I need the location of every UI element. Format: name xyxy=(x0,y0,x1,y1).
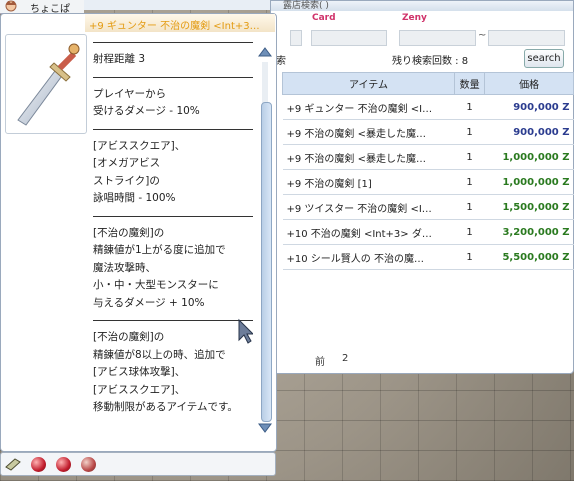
row-price: 3,200,000 Z xyxy=(484,219,574,245)
table-row[interactable]: +9 ツイスター 不治の魔剣 <I… 1 1,500,000 Z xyxy=(282,194,574,220)
row-item-name: +9 ツイスター 不治の魔剣 <I… xyxy=(282,194,455,220)
row-item-name: +10 不治の魔剣 <Int+3> ダ… xyxy=(282,219,455,245)
scroll-down-icon[interactable] xyxy=(258,422,272,434)
zeny-label: Zeny xyxy=(402,13,427,23)
description-line: ストライク]の xyxy=(93,174,160,187)
description-separator xyxy=(93,76,253,78)
mouse-cursor-icon xyxy=(238,318,253,344)
col-qty[interactable]: 数量 xyxy=(453,72,486,95)
card-field[interactable] xyxy=(311,30,387,46)
zeny-min-field[interactable] xyxy=(399,30,476,46)
shop-search-title: 露店検索( ) xyxy=(283,1,329,11)
description-scrollbar[interactable] xyxy=(258,46,272,436)
search-button[interactable]: search xyxy=(524,49,564,68)
row-item-name: +9 不治の魔剣 <暴走した魔… xyxy=(282,144,455,170)
item-description-window: +9 ギュンター 不治の魔剣 <Int+3… 射程距離 3 プレイヤーから受けるダ… xyxy=(0,13,277,452)
chat-hotbar xyxy=(0,452,276,476)
col-item[interactable]: アイテム xyxy=(282,72,455,95)
description-line: 精錬値が1上がる度に追加で xyxy=(93,244,226,256)
description-line: [アビス球体攻撃]、 xyxy=(93,366,186,378)
description-line: [不治の魔剣]の xyxy=(93,226,165,239)
row-quantity: 1 xyxy=(454,94,485,120)
scroll-up-icon[interactable] xyxy=(258,46,272,58)
results-header-row: アイテム 数量 価格 xyxy=(282,72,574,95)
row-quantity: 1 xyxy=(454,169,485,195)
orb-icon[interactable] xyxy=(56,457,71,472)
item-title: +9 ギュンター 不治の魔剣 <Int+3… xyxy=(89,21,260,32)
item-title-bar[interactable]: +9 ギュンター 不治の魔剣 <Int+3… xyxy=(85,14,275,32)
row-price: 900,000 Z xyxy=(484,94,574,120)
table-row[interactable]: +9 ギュンター 不治の魔剣 <I… 1 900,000 Z xyxy=(282,94,574,120)
description-separator xyxy=(93,128,253,130)
row-price: 1,500,000 Z xyxy=(484,194,574,220)
table-row[interactable]: +9 不治の魔剣 <暴走した魔… 1 900,000 Z xyxy=(282,119,574,145)
row-quantity: 1 xyxy=(454,194,485,220)
row-item-name: +9 不治の魔剣 <暴走した魔… xyxy=(282,119,455,145)
table-row[interactable]: +10 シール賢人の 不治の魔… 1 5,500,000 Z xyxy=(282,244,574,270)
shop-search-title-bar[interactable]: 露店検索( ) xyxy=(271,1,573,11)
row-item-name: +10 シール賢人の 不治の魔… xyxy=(282,244,455,270)
description-line: 魔法攻撃時、 xyxy=(93,261,156,274)
remaining-searches: 残り検索回数 : 8 xyxy=(392,56,469,67)
scroll-thumb[interactable] xyxy=(261,102,272,422)
description-line: [アビススクエア]、 xyxy=(93,139,186,152)
zeny-max-field[interactable] xyxy=(488,30,565,46)
table-row[interactable]: +9 不治の魔剣 <暴走した魔… 1 1,000,000 Z xyxy=(282,144,574,170)
row-price: 1,000,000 Z xyxy=(484,169,574,195)
description-separator xyxy=(93,215,253,217)
description-line: 小・中・大型モンスターに xyxy=(93,279,219,291)
row-price: 5,500,000 Z xyxy=(484,244,574,270)
description-line: [アビススクエア]、 xyxy=(93,383,186,396)
table-row[interactable]: +9 不治の魔剣 [1] 1 1,000,000 Z xyxy=(282,169,574,195)
col-price[interactable]: 価格 xyxy=(484,72,574,95)
zeny-range-tilde: ~ xyxy=(478,30,487,41)
row-quantity: 1 xyxy=(454,144,485,170)
row-item-name: +9 不治の魔剣 [1] xyxy=(282,169,455,195)
orb-icon[interactable] xyxy=(31,457,46,472)
item-description: 射程距離 3 プレイヤーから受けるダメージ - 10% [アビススクエア]、 [オメガ… xyxy=(93,34,253,454)
row-price: 900,000 Z xyxy=(484,119,574,145)
row-price: 1,000,000 Z xyxy=(484,144,574,170)
table-row[interactable]: +10 不治の魔剣 <Int+3> ダ… 1 3,200,000 Z xyxy=(282,219,574,245)
prev-page-link[interactable]: 前 xyxy=(315,353,325,368)
row-quantity: 1 xyxy=(454,119,485,145)
item-image-box xyxy=(5,34,87,134)
description-line: 詠唱時間 - 100% xyxy=(93,192,176,204)
description-line: 射程距離 3 xyxy=(93,53,146,65)
description-separator xyxy=(93,320,253,321)
item-name-field[interactable] xyxy=(290,30,302,46)
page-number[interactable]: 2 xyxy=(342,353,348,364)
description-separator xyxy=(93,42,253,43)
character-avatar-icon xyxy=(5,0,17,12)
description-line: [不治の魔剣]の xyxy=(93,331,165,343)
card-label: Card xyxy=(312,13,336,23)
description-line: プレイヤーから xyxy=(93,87,167,100)
book-icon[interactable] xyxy=(5,457,21,471)
row-item-name: +9 ギュンター 不治の魔剣 <I… xyxy=(282,94,455,120)
description-line: 与えるダメージ + 10% xyxy=(93,296,205,309)
description-line: 精錬値が8以上の時、追加で xyxy=(93,348,226,361)
player-name-tag: ちょこぱ xyxy=(0,0,84,15)
description-line: 移動制限があるアイテムです。 xyxy=(93,401,238,413)
search-type-partial-label: 索 xyxy=(276,56,286,67)
row-quantity: 1 xyxy=(454,244,485,270)
description-line: 受けるダメージ - 10% xyxy=(93,105,200,117)
sword-icon xyxy=(17,43,80,126)
row-quantity: 1 xyxy=(454,219,485,245)
results-table: アイテム 数量 価格 +9 ギュンター 不治の魔剣 <I… 1 900,000 Z +… xyxy=(282,72,574,270)
description-line: [オメガアビス xyxy=(93,157,161,169)
orb-icon[interactable] xyxy=(81,457,96,472)
